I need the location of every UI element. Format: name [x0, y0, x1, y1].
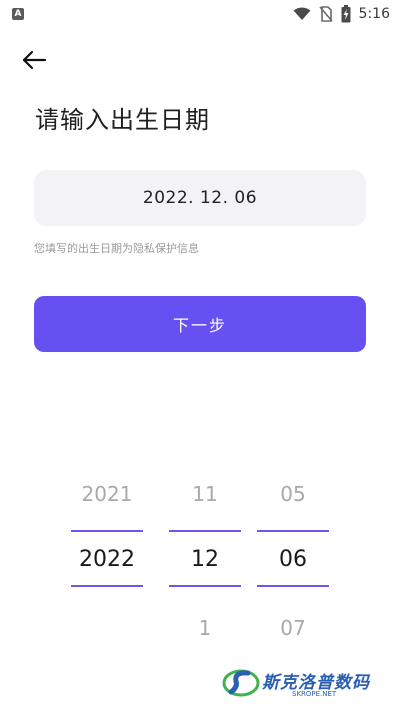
month-selection-line-bottom: [169, 585, 241, 587]
next-button-label: 下一步: [172, 316, 227, 335]
back-button[interactable]: [18, 46, 50, 74]
day-next-option[interactable]: 07: [257, 616, 329, 640]
status-bar: A 5:16: [0, 0, 400, 28]
birthdate-field[interactable]: 2022. 12. 06: [34, 170, 366, 226]
month-prev-option[interactable]: 11: [169, 482, 241, 506]
year-prev-option[interactable]: 2021: [71, 482, 143, 506]
month-next-option[interactable]: 1: [169, 616, 241, 640]
watermark-sub: SKROPE.NET: [292, 690, 337, 698]
status-icons: 5:16: [293, 4, 390, 24]
day-picker[interactable]: 05 06 07: [257, 470, 329, 650]
battery-charging-icon: [341, 5, 351, 23]
year-selected-option[interactable]: 2022: [71, 547, 143, 572]
month-selection-line-top: [169, 530, 241, 532]
day-selection-line-top: [257, 530, 329, 532]
page-title: 请输入出生日期: [35, 106, 210, 134]
status-time: 5:16: [358, 6, 390, 22]
day-prev-option[interactable]: 05: [257, 482, 329, 506]
wifi-icon: [293, 7, 311, 20]
no-sim-icon: [318, 6, 333, 22]
watermark-logo-icon: [222, 669, 260, 697]
year-selection-line-bottom: [71, 585, 143, 587]
birthdate-value: 2022. 12. 06: [142, 188, 258, 208]
month-selected-option[interactable]: 12: [169, 547, 241, 572]
notification-icon: A: [12, 8, 24, 20]
privacy-note: 您填写的出生日期为隐私保护信息: [34, 242, 199, 255]
day-selected-option[interactable]: 06: [257, 547, 329, 572]
year-picker[interactable]: 2021 2022: [71, 470, 143, 650]
month-picker[interactable]: 11 12 1: [169, 470, 241, 650]
year-selection-line-top: [71, 530, 143, 532]
watermark: 斯克洛普数码 SKROPE.NET: [222, 662, 392, 706]
day-selection-line-bottom: [257, 585, 329, 587]
next-button[interactable]: 下一步: [34, 296, 366, 352]
arrow-left-icon: [22, 50, 47, 70]
